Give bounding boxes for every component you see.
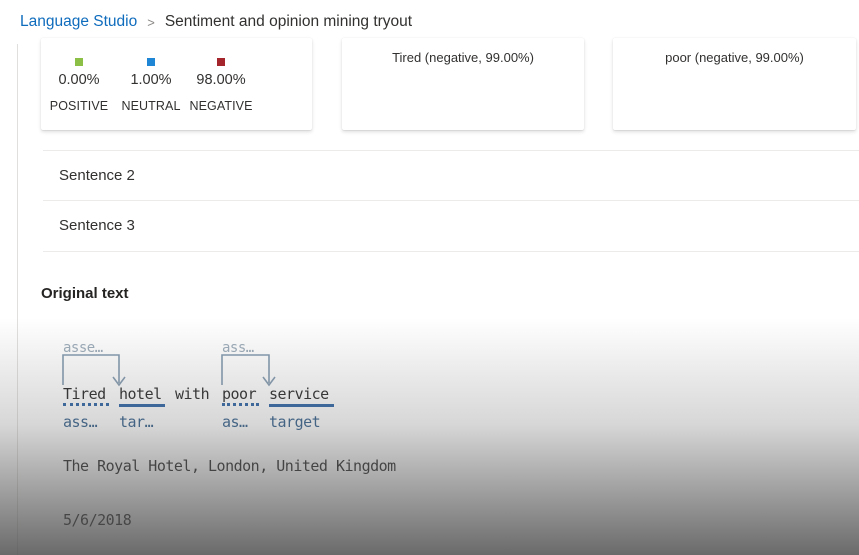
token-top-label: ass… xyxy=(222,340,254,356)
date-text: 5/6/2018 xyxy=(63,511,132,529)
relation-arrow-1 xyxy=(62,354,120,385)
location-text: The Royal Hotel, London, United Kingdom xyxy=(63,457,396,475)
assessment-underline xyxy=(222,403,259,406)
relation-arrow-2 xyxy=(221,354,270,385)
token-hotel[interactable]: hotel xyxy=(119,385,162,403)
target-underline xyxy=(269,404,334,407)
token-service[interactable]: service xyxy=(269,385,329,403)
target-underline xyxy=(119,404,165,407)
token-top-label: asse… xyxy=(63,340,103,356)
token-bottom-label: ass… xyxy=(63,413,98,431)
token-bottom-label: tar… xyxy=(119,413,154,431)
assessment-underline xyxy=(63,403,109,406)
token-bottom-label: target xyxy=(269,413,321,431)
token-poor[interactable]: poor xyxy=(222,385,257,403)
token-bottom-label: as… xyxy=(222,413,248,431)
token-tired[interactable]: Tired xyxy=(63,385,106,403)
token-with: with xyxy=(175,385,210,403)
